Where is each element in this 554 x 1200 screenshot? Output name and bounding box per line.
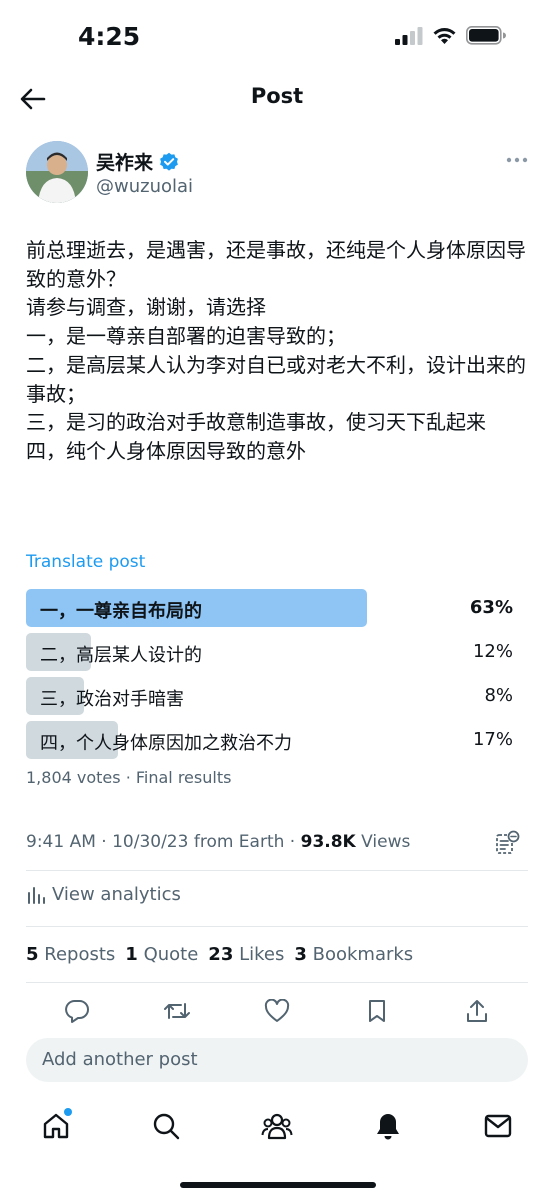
tab-home[interactable] (36, 1108, 76, 1144)
verified-badge-icon (160, 152, 178, 171)
poll: 一，一尊亲自布局的 63% 二，高层某人设计的 12% 三，政治对手暗害 8% … (26, 589, 513, 765)
heart-icon (264, 999, 290, 1022)
share-icon (467, 1000, 487, 1022)
status-icons (395, 26, 506, 45)
poll-option: 二，高层某人设计的 12% (26, 633, 513, 671)
author-block: 吴祚来 @wuzuolai (26, 140, 531, 206)
reply-button[interactable] (62, 996, 92, 1026)
poll-option: 一，一尊亲自布局的 63% (26, 589, 513, 627)
nav-header: Post (0, 76, 554, 120)
poll-option-percent: 8% (484, 685, 513, 706)
author-handle[interactable]: @wuzuolai (96, 176, 193, 197)
views-count: 93.8K (300, 832, 356, 852)
more-options-button[interactable] (503, 150, 531, 170)
action-bar (62, 996, 492, 1026)
engagement-stats: 5 Reposts 1 Quote 23 Likes 3 Bookmarks (26, 944, 413, 965)
bookmarks-count: 3 (294, 944, 307, 965)
repost-icon (164, 1003, 190, 1019)
tab-messages[interactable] (478, 1108, 518, 1144)
battery-icon (466, 26, 506, 45)
poll-option: 三，政治对手暗害 8% (26, 677, 513, 715)
view-analytics-link[interactable]: View analytics (26, 884, 181, 905)
poll-option-percent: 17% (472, 729, 513, 750)
bookmarks-label: Bookmarks (312, 944, 414, 965)
divider (26, 982, 528, 983)
notification-dot (64, 1108, 72, 1116)
post-text: 前总理逝去，是遇害，还是事故，还纯是个人身体原因导致的意外？ 请参与调查，谢谢，… (26, 238, 526, 463)
divider (26, 926, 528, 927)
wifi-icon (433, 27, 456, 44)
bell-icon (377, 1114, 399, 1140)
share-button[interactable] (462, 996, 492, 1026)
mail-icon (484, 1114, 512, 1138)
reply-icon (65, 1000, 89, 1023)
author-name-row[interactable]: 吴祚来 (96, 148, 179, 175)
add-another-post-input[interactable]: Add another post (26, 1038, 528, 1082)
avatar-image (26, 141, 88, 203)
likes-stat[interactable]: 23 Likes (208, 944, 284, 965)
likes-count: 23 (208, 944, 234, 965)
post-timestamp[interactable]: 9:41 AM · 10/30/23 from Earth · (26, 832, 301, 852)
poll-option-label: 二，高层某人设计的 (40, 645, 202, 666)
bookmarks-stat[interactable]: 3 Bookmarks (294, 944, 413, 965)
quotes-stat[interactable]: 1 Quote (125, 944, 198, 965)
more-dots-icon (506, 157, 528, 163)
poll-results-meta: 1,804 votes · Final results (26, 768, 232, 787)
communities-icon (261, 1113, 293, 1140)
reposts-label: Reposts (44, 944, 116, 965)
tab-search[interactable] (146, 1108, 186, 1144)
analytics-bars-icon (28, 886, 45, 904)
cellular-signal-icon (395, 26, 423, 45)
poll-option: 四，个人身体原因加之救治不力 17% (26, 721, 513, 759)
poll-option-label: 一，一尊亲自布局的 (40, 601, 202, 622)
like-button[interactable] (262, 996, 292, 1026)
post-meta: 9:41 AM · 10/30/23 from Earth · 93.8K Vi… (26, 832, 410, 852)
poll-option-label: 四，个人身体原因加之救治不力 (40, 733, 292, 754)
views-label: Views (355, 832, 411, 852)
quotes-count: 1 (125, 944, 138, 965)
grok-summary-icon (496, 830, 520, 854)
page-title: Post (250, 84, 304, 108)
bookmark-icon (369, 1000, 385, 1022)
tab-notifications[interactable] (368, 1108, 408, 1144)
bottom-tab-bar (0, 1100, 554, 1200)
bookmark-button[interactable] (362, 996, 392, 1026)
status-bar: 4:25 (0, 0, 554, 76)
poll-option-percent: 63% (469, 597, 513, 618)
author-name[interactable]: 吴祚来 (96, 148, 153, 175)
likes-label: Likes (239, 944, 285, 965)
reposts-stat[interactable]: 5 Reposts (26, 944, 115, 965)
reply-bar: Add another post (0, 1026, 554, 1100)
repost-button[interactable] (162, 996, 192, 1026)
avatar[interactable] (26, 141, 88, 203)
poll-option-label: 三，政治对手暗害 (40, 689, 184, 710)
tab-communities[interactable] (257, 1108, 297, 1144)
view-analytics-label[interactable]: View analytics (52, 884, 181, 905)
search-icon (153, 1113, 180, 1140)
poll-option-percent: 12% (472, 641, 513, 662)
divider (26, 870, 528, 871)
reposts-count: 5 (26, 944, 39, 965)
quotes-label: Quote (143, 944, 199, 965)
home-indicator (180, 1182, 376, 1188)
grok-summary-button[interactable] (494, 830, 520, 856)
translate-post-link[interactable]: Translate post (26, 552, 145, 572)
status-time: 4:25 (78, 22, 141, 51)
